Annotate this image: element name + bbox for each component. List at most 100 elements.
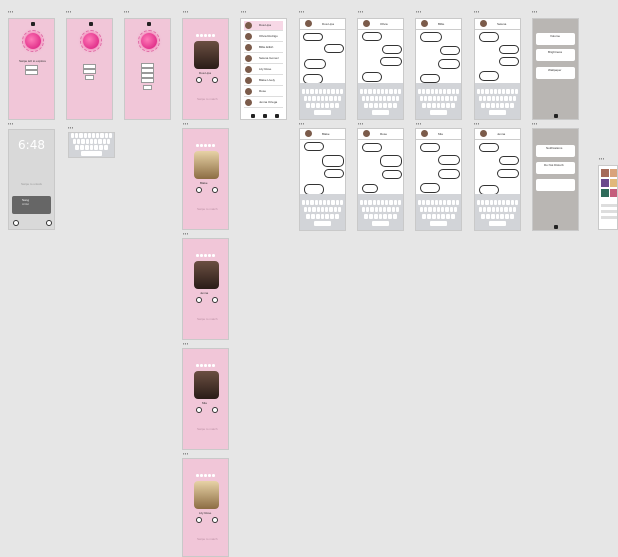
lock-time: 6:48 (18, 138, 45, 152)
home-icon[interactable] (554, 225, 558, 229)
chat-screen: Jenna (474, 128, 521, 231)
reject-button[interactable] (196, 77, 202, 83)
profile-card-5[interactable]: Lily Rose Swipe to match (182, 458, 229, 557)
profile-card-2[interactable]: Blake Swipe to match (182, 128, 229, 230)
heart-icon (138, 30, 160, 52)
camera-button[interactable] (46, 220, 52, 226)
message-bubble (362, 32, 382, 41)
input-field[interactable] (83, 69, 96, 74)
notifications-label: Notifications (546, 146, 563, 150)
swipe-hint: Swipe to match (197, 97, 218, 101)
message-bubble (324, 169, 344, 178)
contact-row[interactable]: Lily Rose (244, 65, 283, 75)
contact-row[interactable]: Jenna Ortega (244, 98, 283, 108)
frame-label: ▪▪▪ (358, 9, 364, 14)
reject-button[interactable] (196, 517, 202, 523)
heart-icon (22, 30, 44, 52)
message-bubble (362, 72, 382, 82)
contact-row[interactable]: Selena Gomez (244, 54, 283, 64)
profile-card-3[interactable]: Jenna Swipe to match (182, 238, 229, 340)
message-bubble (420, 32, 442, 42)
contact-row[interactable]: Blake Lively (244, 76, 283, 86)
message-bubble (438, 155, 460, 165)
welcome-screen-2 (66, 18, 113, 120)
message-bubble (304, 59, 326, 69)
contact-row[interactable]: Dua Lipa (244, 21, 283, 31)
like-button[interactable] (212, 517, 218, 523)
chat-name: Dua Lipa (322, 22, 335, 26)
message-bubble (420, 74, 440, 83)
frame-label: ▪▪▪ (183, 121, 189, 126)
chat-screen: Selena (474, 18, 521, 120)
input-field[interactable] (141, 78, 154, 83)
message-bubble (479, 71, 499, 81)
brightness-panel[interactable]: Brightness (536, 49, 575, 61)
frame-label: ▪▪▪ (474, 121, 480, 126)
message-bubble (479, 143, 499, 152)
frame-label: ▪▪▪ (416, 121, 422, 126)
contact-row[interactable]: Billie Eilish (244, 43, 283, 53)
wallpaper-label: Wallpaper (548, 68, 562, 72)
profile-photo (194, 371, 219, 399)
message-bubble (380, 57, 402, 66)
input-field[interactable] (25, 70, 38, 75)
swipe-hint: Swipe to match (197, 317, 218, 321)
profile-card-1[interactable]: Dua Lipa Swipe to match (182, 18, 229, 120)
frame-label: ▪▪▪ (124, 9, 130, 14)
message-bubble (362, 143, 382, 152)
volume-panel[interactable]: Volume (536, 33, 575, 45)
message-bubble (382, 45, 402, 54)
reject-button[interactable] (196, 187, 202, 193)
gallery-thumbnail[interactable] (598, 165, 618, 230)
music-widget[interactable]: Song Artist (12, 196, 51, 214)
frame-label: ▪▪▪ (532, 121, 538, 126)
dnd-label: Do Not Disturb (544, 163, 564, 167)
submit-button[interactable] (143, 85, 152, 90)
swipe-hint: Swipe to match (197, 207, 218, 211)
message-bubble (303, 33, 323, 41)
chat-name: Jenna (497, 132, 506, 136)
frame-label: ▪▪▪ (532, 9, 538, 14)
welcome-screen-1: Swipe left to explore (8, 18, 55, 120)
like-button[interactable] (212, 77, 218, 83)
flashlight-button[interactable] (13, 220, 19, 226)
home-icon[interactable] (251, 114, 255, 118)
frame-label: ▪▪▪ (68, 125, 74, 130)
like-button[interactable] (212, 407, 218, 413)
reject-button[interactable] (196, 297, 202, 303)
lock-icon[interactable] (263, 114, 267, 118)
profile-icon[interactable] (275, 114, 279, 118)
submit-button[interactable] (85, 75, 94, 80)
notifications-panel[interactable]: Notifications (536, 145, 575, 157)
frame-label: ▪▪▪ (183, 341, 189, 346)
message-bubble (440, 46, 460, 55)
contact-row[interactable]: Rose (244, 87, 283, 97)
like-button[interactable] (212, 187, 218, 193)
frame-label: ▪▪▪ (183, 231, 189, 236)
profile-card-4[interactable]: Mia Swipe to match (182, 348, 229, 450)
welcome-title: Swipe left to explore (19, 59, 47, 63)
profile-photo (194, 481, 219, 509)
settings-screen-1: Volume Brightness Wallpaper (532, 18, 579, 120)
dnd-panel[interactable]: Do Not Disturb (536, 162, 575, 174)
lock-icon (147, 22, 151, 26)
contact-row[interactable]: Olivia Rodrigo (244, 32, 283, 42)
widget-panel[interactable] (536, 179, 575, 191)
message-bubble (420, 183, 440, 193)
reject-button[interactable] (196, 407, 202, 413)
chat-screen: Olivia (357, 18, 404, 120)
chat-name: Mia (438, 132, 443, 136)
home-icon[interactable] (554, 114, 558, 118)
profile-name: Mia (202, 401, 207, 405)
like-button[interactable] (212, 297, 218, 303)
message-bubble (362, 184, 378, 193)
chat-name: Rose (380, 132, 388, 136)
heart-icon (80, 30, 102, 52)
message-bubble (324, 44, 344, 53)
message-bubble (499, 156, 519, 165)
wallpaper-panel[interactable]: Wallpaper (536, 67, 575, 79)
contacts-screen: Dua Lipa Olivia Rodrigo Billie Eilish Se… (240, 18, 287, 120)
profile-photo (194, 261, 219, 289)
swipe-hint: Swipe to match (197, 427, 218, 431)
chat-name: Billie (438, 22, 445, 26)
